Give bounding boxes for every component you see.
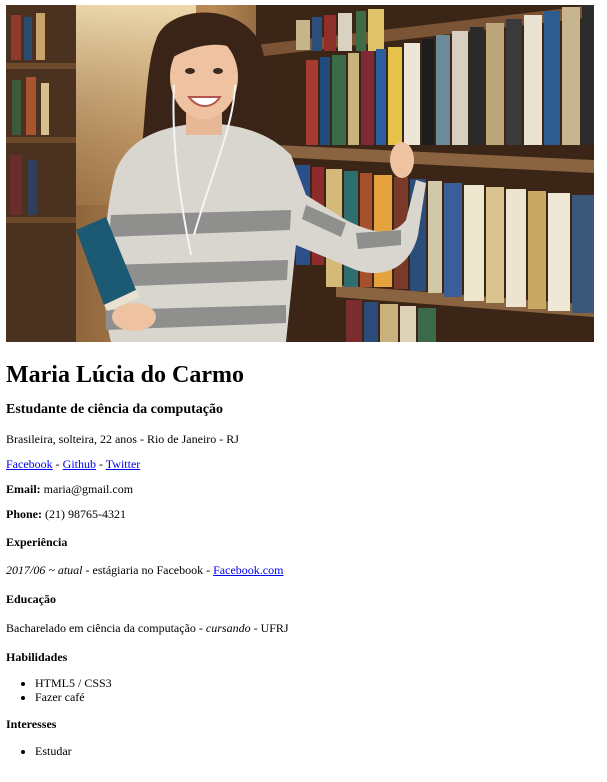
experience-period: 2017/06 ~ atual <box>6 563 83 577</box>
profile-title: Estudante de ciência da computação <box>6 402 223 417</box>
education-degree: Bacharelado em ciência da computação - <box>6 621 206 635</box>
experience-description: - estágiaria no Facebook - <box>82 563 214 577</box>
profile-origin: Brasileira, solteira, 22 anos - Rio de J… <box>6 432 239 446</box>
email-label: Email: <box>6 482 41 496</box>
profile-photo <box>6 5 594 342</box>
interests-heading: Interesses <box>6 717 57 731</box>
resume-content: Maria Lúcia do Carmo Estudante de ciênci… <box>6 358 596 758</box>
experience-heading: Experiência <box>6 535 68 549</box>
experience-company-link[interactable]: Facebook.com <box>213 563 283 577</box>
email-line: Email: maria@gmail.com <box>6 481 596 497</box>
social-links: Facebook - Github - Twitter <box>6 456 596 472</box>
email-value: maria@gmail.com <box>40 482 134 496</box>
twitter-link[interactable]: Twitter <box>106 457 140 471</box>
phone-value: (21) 98765-4321 <box>42 507 126 521</box>
skills-list-item: Fazer café <box>35 690 596 704</box>
education-heading: Educação <box>6 592 57 606</box>
interests-list: Estudar <box>6 744 596 758</box>
phone-line: Phone: (21) 98765-4321 <box>6 506 596 522</box>
experience-entry: 2017/06 ~ atual - estágiaria no Facebook… <box>6 562 596 578</box>
skills-list: HTML5 / CSS3 Fazer café <box>6 676 596 704</box>
link-separator: - <box>96 457 106 471</box>
education-institution: - UFRJ <box>250 621 289 635</box>
facebook-link[interactable]: Facebook <box>6 457 53 471</box>
education-entry: Bacharelado em ciência da computação - c… <box>6 620 596 636</box>
skills-heading: Habilidades <box>6 650 68 664</box>
link-separator: - <box>52 457 63 471</box>
skills-list-item: HTML5 / CSS3 <box>35 676 596 690</box>
github-link[interactable]: Github <box>63 457 96 471</box>
phone-label: Phone: <box>6 507 42 521</box>
education-status: cursando <box>205 621 251 635</box>
interests-list-item: Estudar <box>35 744 596 758</box>
profile-photo-illustration <box>6 5 594 342</box>
profile-name: Maria Lúcia do Carmo <box>6 362 244 388</box>
